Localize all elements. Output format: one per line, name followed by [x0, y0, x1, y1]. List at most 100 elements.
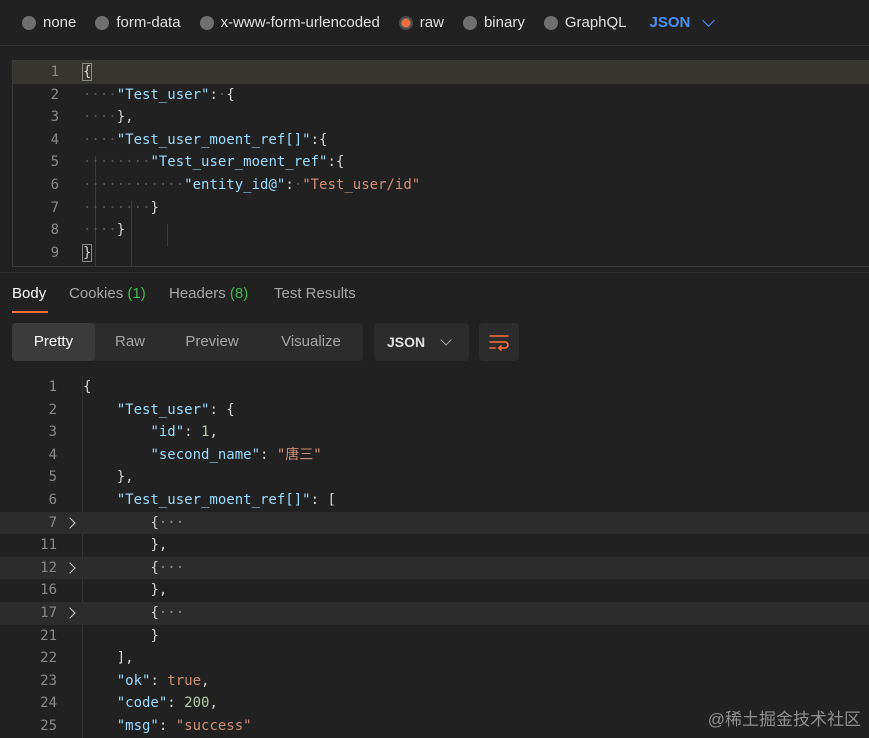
token-punc: :: [167, 695, 185, 712]
line-number: 9: [50, 244, 59, 261]
tab-test-results[interactable]: Test Results: [274, 285, 356, 302]
line-number: 3: [50, 109, 59, 126]
raw-format-value: JSON: [649, 14, 691, 31]
line-code: "ok": true,: [83, 670, 210, 693]
line-code: },: [83, 579, 167, 602]
token-punc: :: [184, 424, 202, 441]
body-type-option-graphql[interactable]: GraphQL: [543, 14, 627, 31]
response-line: 1{: [0, 376, 869, 399]
response-line: 21 }: [0, 625, 869, 648]
token-sp: [83, 628, 150, 644]
token-punc: {: [81, 63, 93, 81]
response-line: 2 "Test_user": {: [0, 399, 869, 422]
radio-button[interactable]: [398, 15, 413, 30]
line-code: {: [81, 61, 93, 84]
token-ws: ·: [293, 177, 303, 193]
token-ws: ········: [83, 199, 151, 216]
token-sp: [83, 447, 150, 463]
editor-line: 6 ············"entity_id@":·"Test_user/id…: [13, 174, 869, 197]
token-punc: :: [209, 86, 218, 103]
response-line: 17 {···: [0, 602, 869, 625]
token-ws: ········: [83, 154, 151, 171]
tab-headers[interactable]: Headers (8): [169, 285, 248, 302]
wrap-lines-button[interactable]: [479, 323, 519, 361]
line-code: ····},: [83, 106, 134, 129]
token-key: "ok": [116, 672, 151, 689]
line-code: }: [83, 625, 158, 648]
token-key: "Test_user": [116, 401, 210, 418]
line-number: 7: [50, 199, 59, 216]
response-body-viewer[interactable]: 1{2 "Test_user": {3 "id": 1, 4 "second_na…: [0, 376, 869, 738]
radio-button[interactable]: [462, 15, 477, 30]
token-punc: },: [116, 109, 134, 126]
radio-label: raw: [419, 14, 444, 31]
token-key: "id": [150, 424, 185, 441]
line-number: 21: [40, 627, 57, 644]
view-mode-raw[interactable]: Raw: [95, 323, 165, 361]
response-line: 12 {···: [0, 556, 869, 580]
view-mode-preview[interactable]: Preview: [165, 323, 259, 361]
response-line: 5 },: [0, 466, 869, 489]
editor-line: 8 ····}: [13, 219, 869, 242]
token-punc: }: [81, 243, 93, 262]
line-code: ····"Test_user":·{: [83, 84, 235, 107]
token-punc: ,: [201, 672, 210, 689]
token-str: "Test_user/id": [302, 177, 421, 193]
radio-button[interactable]: [543, 15, 558, 30]
token-sp: [83, 469, 117, 485]
line-number: 1: [50, 64, 59, 80]
line-code: },: [83, 534, 167, 557]
token-punc: : [: [310, 492, 336, 508]
line-code: {: [83, 376, 91, 399]
token-key: "Test_user_moent_ref[]": [116, 492, 311, 508]
tab-body[interactable]: Body: [12, 285, 46, 302]
request-body-editor[interactable]: 1{2 ····"Test_user":·{3 ····}, 4 ····"Test_u…: [12, 60, 869, 267]
tab-label: Headers: [169, 285, 226, 302]
token-punc: {: [83, 379, 92, 395]
body-type-option-binary[interactable]: binary: [462, 14, 525, 31]
chevron-right-icon[interactable]: [64, 562, 76, 574]
tab-cookies[interactable]: Cookies (1): [69, 285, 146, 302]
radio-button[interactable]: [199, 15, 214, 30]
body-type-option-none[interactable]: none: [22, 14, 76, 31]
token-sp: [83, 424, 150, 440]
token-ellipsis: ···: [158, 559, 185, 576]
line-number: 4: [48, 446, 57, 463]
chevron-right-icon[interactable]: [64, 516, 76, 529]
token-num: 200: [184, 695, 210, 712]
radio-label: form-data: [116, 14, 181, 31]
radio-label: none: [43, 14, 77, 31]
chevron-down-icon: [440, 334, 452, 346]
body-type-bar: none form-data x-www-form-urlencoded raw bin…: [0, 0, 869, 46]
line-number: 2: [50, 86, 59, 103]
token-key: "msg": [116, 718, 159, 734]
line-number: 5: [48, 469, 57, 486]
response-tabs: Body Cookies (1) Headers (8) Test Results: [0, 272, 869, 315]
token-ellipsis: ···: [158, 514, 185, 531]
body-type-option-form-data[interactable]: form-data: [95, 14, 181, 31]
token-punc: :: [150, 672, 168, 689]
line-number: 8: [50, 222, 59, 239]
active-tab-indicator: [12, 311, 48, 313]
line-code: ],: [83, 647, 134, 670]
line-code: "Test_user_moent_ref[]": [: [83, 489, 336, 512]
view-mode-segmented-control: Pretty Raw Preview Visualize: [12, 323, 363, 361]
body-type-option-raw[interactable]: raw: [398, 14, 444, 31]
token-ws: ····: [83, 109, 117, 126]
token-key: "code": [116, 695, 168, 712]
token-sp: [83, 402, 117, 418]
view-mode-visualize[interactable]: Visualize: [259, 323, 363, 361]
response-format-select[interactable]: JSON: [374, 323, 469, 361]
token-punc: :{: [310, 131, 328, 148]
view-mode-pretty[interactable]: Pretty: [12, 323, 95, 361]
token-key: "Test_user": [116, 86, 210, 103]
token-sp: [83, 537, 150, 553]
radio-button[interactable]: [95, 15, 110, 30]
token-punc: ,: [209, 695, 218, 712]
editor-line: 9}: [13, 242, 869, 265]
token-ws: ····: [83, 222, 117, 239]
raw-format-select[interactable]: JSON: [649, 13, 716, 31]
body-type-option-x-www-form-urlencoded[interactable]: x-www-form-urlencoded: [199, 14, 380, 31]
chevron-right-icon[interactable]: [64, 607, 76, 619]
radio-button[interactable]: [22, 15, 36, 30]
